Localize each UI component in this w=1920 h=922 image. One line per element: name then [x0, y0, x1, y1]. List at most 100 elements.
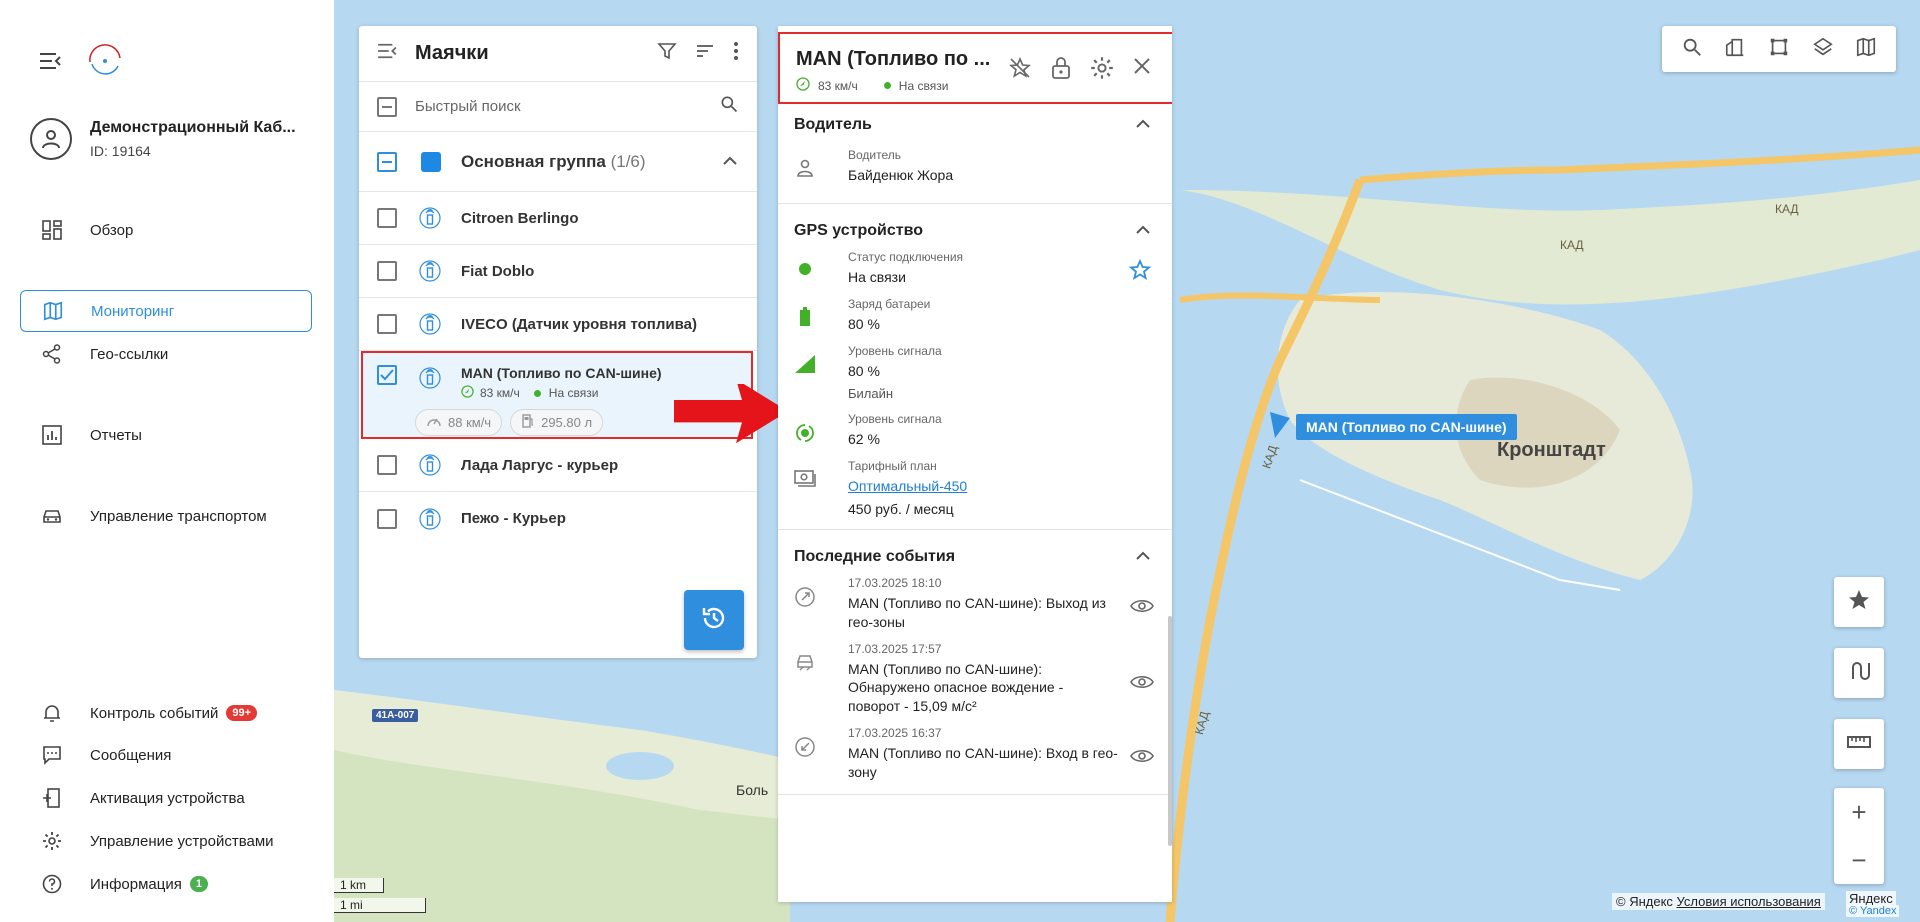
nav-reports[interactable]: Отчеты [20, 414, 312, 456]
tariff-link[interactable]: Оптимальный-450 [848, 478, 967, 494]
nav-messages[interactable]: Сообщения [20, 734, 312, 776]
item-checkbox[interactable] [377, 208, 397, 228]
gps-section-header[interactable]: GPS устройство [778, 212, 1172, 250]
filter-icon[interactable] [657, 41, 677, 66]
ruler-icon [1846, 729, 1872, 760]
event-time: 17.03.2025 18:10 [848, 575, 942, 590]
gear-icon [40, 829, 64, 853]
star-outline-icon[interactable] [1128, 258, 1152, 287]
gps-signal-row: Уровень сигнала 62 % [778, 412, 1172, 449]
map-city-label: Кронштадт [1497, 439, 1606, 461]
map-type-icon[interactable] [1855, 36, 1877, 63]
driver-name: Байденюк Жора [848, 167, 954, 183]
signal-row: Уровень сигнала 80 % Билайн [778, 344, 1172, 402]
group-name-text: Основная группа [461, 151, 606, 171]
map-marker-label[interactable]: MAN (Топливо по CAN-шине) [1296, 414, 1517, 440]
nav-geolinks[interactable]: Гео-ссылки [20, 333, 312, 375]
list-item[interactable]: IVECO (Датчик уровня топлива) [359, 298, 757, 351]
events-section-header[interactable]: Последние события [778, 538, 1172, 576]
group-row[interactable]: Основная группа (1/6) [359, 132, 757, 192]
favorites-button[interactable] [1834, 577, 1884, 627]
nav-events[interactable]: Контроль событий 99+ [20, 692, 312, 734]
divider [778, 528, 1172, 530]
more-icon[interactable] [733, 41, 739, 66]
yandex-logo: Яндекс [1846, 891, 1896, 906]
map-place-label: Боль [736, 782, 769, 798]
select-all-checkbox[interactable] [377, 96, 397, 117]
route-button[interactable] [1834, 648, 1884, 698]
device-details-panel: MAN (Топливо по ... 83 км/ч На связи Вод… [778, 26, 1172, 902]
nav-label: Управление устройствами [90, 832, 274, 850]
nav-activation[interactable]: Активация устройства [20, 777, 312, 819]
details-status: На связи [898, 78, 949, 93]
nav-transport[interactable]: Управление транспортом [20, 495, 312, 537]
tariff-row: Тарифный план Оптимальный-450 450 руб. /… [778, 459, 1172, 519]
zoom-out-button[interactable]: − [1834, 836, 1884, 884]
fuel-icon [521, 414, 535, 431]
beacon-icon [417, 365, 443, 391]
item-checkbox[interactable] [377, 261, 397, 281]
geozone-icon[interactable] [1768, 36, 1790, 63]
event-text: MAN (Топливо по CAN-шине): Выход из гео-… [848, 594, 1106, 630]
event-item[interactable]: 17.03.2025 17:57 MAN (Топливо по CAN-шин… [778, 642, 1172, 717]
chevron-up-icon[interactable] [1136, 222, 1150, 240]
satellite-icon [794, 412, 816, 449]
map-scale-mi: 1 mi [334, 898, 426, 913]
nav-label: Обзор [90, 221, 134, 239]
lock-icon[interactable] [1050, 56, 1072, 85]
list-item[interactable]: Citroen Berlingo [359, 192, 757, 245]
beacon-icon [417, 258, 443, 284]
search-icon[interactable] [1681, 36, 1703, 63]
search-input[interactable] [415, 98, 719, 115]
item-checkbox[interactable] [377, 365, 397, 385]
star-off-icon[interactable] [1008, 56, 1032, 85]
event-item[interactable]: 17.03.2025 18:10 MAN (Топливо по CAN-шин… [778, 576, 1172, 632]
eye-icon[interactable] [1130, 674, 1154, 695]
info-label: Уровень сигнала [848, 412, 942, 427]
list-item[interactable]: Пежо - Курьер [359, 492, 757, 545]
nav-devices[interactable]: Управление устройствами [20, 820, 312, 862]
beacon-icon [417, 205, 443, 231]
search-icon[interactable] [719, 94, 739, 119]
history-button[interactable] [684, 590, 744, 650]
ruler-button[interactable] [1834, 719, 1884, 769]
driver-section-header[interactable]: Водитель [778, 106, 1172, 144]
event-time: 17.03.2025 17:57 [848, 641, 942, 656]
group-checkbox[interactable] [377, 151, 397, 172]
item-checkbox[interactable] [377, 508, 397, 529]
terms-link[interactable]: Условия использования [1677, 894, 1821, 909]
chevron-up-icon[interactable] [1136, 548, 1150, 566]
eye-icon[interactable] [1130, 748, 1154, 769]
fuel-chip[interactable]: 295.80 л [510, 409, 604, 436]
divider [778, 202, 1172, 204]
speedometer-icon [426, 414, 442, 431]
nav-monitoring[interactable]: Мониторинг [20, 290, 312, 332]
avatar-icon [30, 118, 72, 160]
item-checkbox[interactable] [377, 314, 397, 334]
account-block[interactable]: Демонстрационный Каб... ID: 19164 [30, 118, 310, 160]
list-item[interactable]: Fiat Doblo [359, 245, 757, 298]
nav-info[interactable]: Информация 1 [20, 863, 312, 905]
eye-icon[interactable] [1130, 598, 1154, 619]
nav-label: Мониторинг [91, 302, 175, 320]
close-icon[interactable] [1132, 56, 1152, 85]
speed-chip[interactable]: 88 км/ч [415, 409, 503, 436]
nav-overview[interactable]: Обзор [20, 209, 312, 251]
item-checkbox[interactable] [377, 455, 397, 475]
chevron-up-icon[interactable] [1136, 116, 1150, 134]
collapse-menu-icon[interactable] [38, 49, 62, 73]
collapse-panel-icon[interactable] [377, 43, 397, 64]
route-icon [1847, 659, 1871, 688]
event-item[interactable]: 17.03.2025 16:37 MAN (Топливо по CAN-шин… [778, 726, 1172, 782]
person-icon [794, 148, 816, 185]
layers-icon[interactable] [1812, 36, 1834, 63]
chevron-up-icon[interactable] [723, 153, 737, 171]
buildings-icon[interactable] [1724, 36, 1746, 63]
account-id: ID: 19164 [90, 143, 151, 159]
device-add-icon [40, 786, 64, 810]
gear-icon[interactable] [1090, 56, 1114, 85]
sort-icon[interactable] [695, 41, 715, 66]
beacon-icon [417, 506, 443, 532]
scrollbar[interactable] [1168, 616, 1172, 846]
zoom-in-button[interactable]: + [1834, 788, 1884, 836]
